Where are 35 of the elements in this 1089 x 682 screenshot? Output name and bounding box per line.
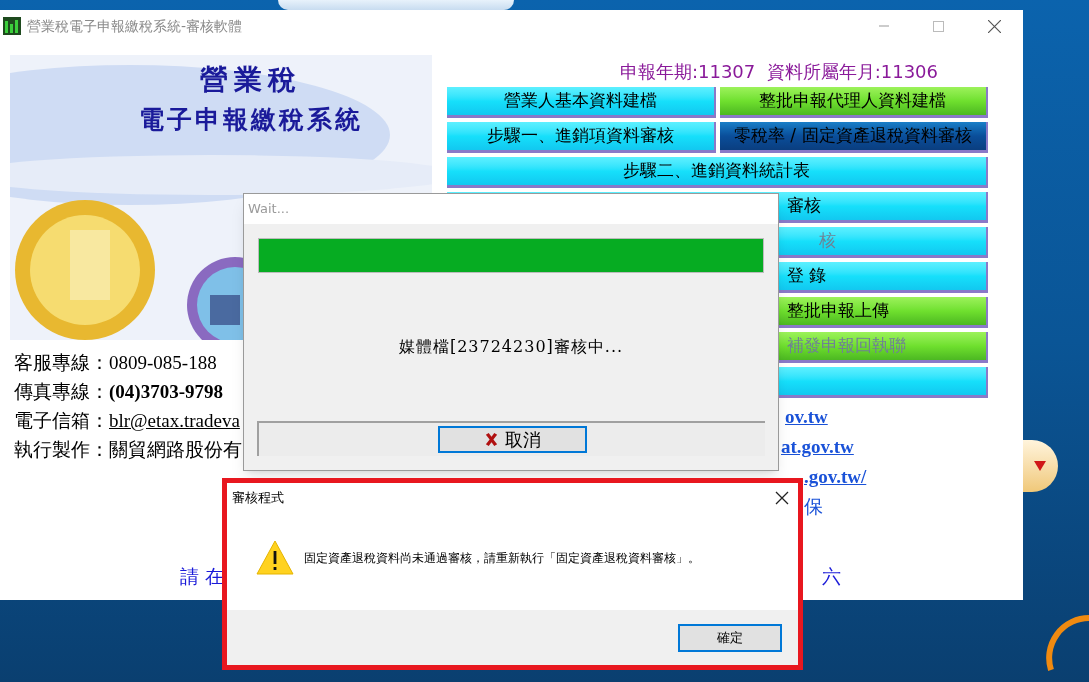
contact-label: 傳真專線： — [14, 380, 109, 404]
contact-value: 關貿網路股份有 — [109, 438, 242, 462]
scroll-down-button[interactable] — [1022, 440, 1058, 492]
app-icon — [3, 17, 21, 35]
contact-label: 執行製作： — [14, 438, 109, 462]
email-link[interactable]: blr@etax.tradeva — [109, 406, 240, 435]
contact-value: 0809-085-188 — [109, 351, 217, 375]
cancel-button[interactable]: 取消 — [437, 426, 587, 453]
ok-button[interactable]: 確定 — [678, 623, 782, 652]
triangle-down-icon — [1034, 461, 1046, 471]
cross-icon — [483, 432, 499, 447]
menu-button[interactable]: 步驟二、進銷資料統計表 — [447, 157, 988, 188]
website-link[interactable]: .gov.tw/ — [804, 462, 988, 492]
menu-button[interactable]: 營業人基本資料建檔 — [447, 87, 716, 118]
dialog-title: Wait... — [248, 200, 290, 219]
dialog-title: 審核程式 — [232, 489, 284, 508]
menu-button[interactable]: 整批申報代理人資料建檔 — [719, 87, 988, 118]
banner-subtitle: 電子申報繳稅系統 — [139, 104, 363, 136]
warning-message: 固定資產退稅資料尚未通過審核，請重新執行「固定資產退稅資料審核」。 — [304, 549, 700, 567]
banner-title: 營業稅 — [200, 62, 302, 98]
period-text: 申報年期:11307 資料所屬年月:11306 — [619, 60, 938, 84]
instruction-text: 請 在 — [180, 563, 226, 589]
note-text: 保 — [804, 495, 824, 519]
contact-label: 客服專線： — [14, 351, 109, 375]
menu-button[interactable]: 步驟一、進銷項資料審核 — [447, 122, 716, 153]
website-link[interactable]: at.gov.tw — [781, 432, 988, 462]
close-icon[interactable] — [988, 19, 1001, 33]
warning-icon — [256, 540, 294, 575]
close-icon[interactable] — [775, 491, 789, 505]
progress-message: 媒體檔[23724230]審核中... — [398, 336, 624, 358]
instruction-text: 六 — [822, 563, 842, 589]
contact-value: (04)3703-9798 — [109, 380, 223, 404]
contact-label: 電子信箱： — [14, 409, 109, 433]
website-link[interactable]: ov.tw — [785, 402, 988, 432]
window-title: 營業稅電子申報繳稅系統-審核軟體 — [27, 16, 243, 36]
